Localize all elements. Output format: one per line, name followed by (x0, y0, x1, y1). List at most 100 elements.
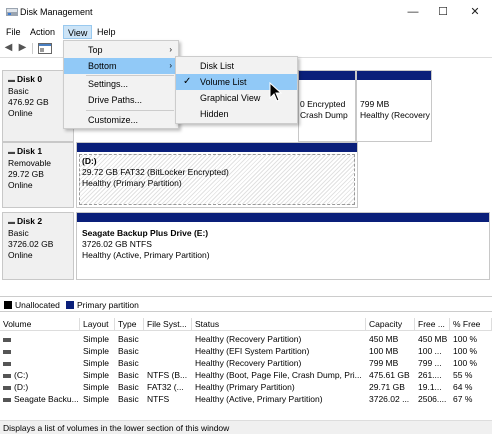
cell-filesystem: FAT32 (... (144, 381, 192, 393)
col-layout[interactable]: Layout (80, 318, 115, 331)
col-capacity[interactable]: Capacity (366, 318, 415, 331)
cell-text: 799 ... (418, 358, 442, 368)
cell-text: Healthy (Active, Primary Partition) (195, 394, 323, 404)
cell-text: 261.... (418, 370, 442, 380)
table-row[interactable]: (D:) Simple Basic FAT32 (... Healthy (Primar… (0, 381, 492, 393)
close-button[interactable]: ✕ (460, 0, 490, 24)
disk-2-label[interactable]: Disk 2 Basic 3726.02 GB Online (2, 212, 74, 280)
cell-percent-free: 64 % (450, 381, 492, 393)
col-free-space[interactable]: Free ... (415, 318, 450, 331)
cell-layout: Simple (80, 369, 115, 381)
col-filesystem[interactable]: File Syst... (144, 318, 192, 331)
submenu-disk-list[interactable]: Disk List (176, 58, 297, 74)
disk-name: Disk 1 (8, 146, 68, 158)
menu-item-label: Bottom (88, 61, 117, 71)
volume-icon (3, 397, 11, 402)
cell-status: Healthy (Recovery Partition) (192, 357, 366, 369)
disk-1-label[interactable]: Disk 1 Removable 29.72 GB Online (2, 142, 74, 208)
menu-help[interactable]: Help (93, 25, 120, 39)
disk-size: 476.92 GB (8, 97, 49, 107)
disk-0-volume-recovery[interactable]: 799 MB Healthy (Recovery (356, 70, 432, 142)
cell-layout: Simple (80, 381, 115, 393)
view-menu-top[interactable]: Top › (64, 42, 178, 58)
cell-filesystem (144, 333, 192, 345)
view-menu: Top › Bottom › Settings... Drive Paths..… (63, 40, 179, 129)
legend: Unallocated Primary partition (0, 296, 492, 312)
volume-detail: 3726.02 GB NTFS (82, 239, 152, 249)
volume-list-table: Volume Layout Type File Syst... Status C… (0, 318, 492, 420)
view-menu-drive-paths[interactable]: Drive Paths... (64, 92, 178, 108)
primary-partition-bar (77, 143, 357, 152)
disk-type: Basic (8, 86, 29, 96)
disk-name: Disk 2 (8, 216, 68, 228)
volume-name: (D:) (82, 156, 97, 166)
disk-2-volume-e[interactable]: Seagate Backup Plus Drive (E:) 3726.02 G… (76, 212, 490, 280)
volume-health: Healthy (Primary Partition) (82, 178, 182, 188)
cell-text: Basic (118, 346, 139, 356)
menu-item-label: Top (88, 45, 103, 55)
cell-text: Simple (83, 370, 109, 380)
cell-filesystem: NTFS (B... (144, 369, 192, 381)
cell-layout: Simple (80, 357, 115, 369)
menu-item-label: Volume List (200, 77, 247, 87)
volume-health: Crash Dump (300, 110, 348, 120)
view-menu-customize[interactable]: Customize... (64, 112, 178, 128)
submenu-hidden[interactable]: Hidden (176, 106, 297, 122)
forward-arrow-icon[interactable]: ▶ (16, 42, 29, 54)
table-row[interactable]: Simple Basic Healthy (Recovery Partition) 7… (0, 357, 492, 369)
cell-status: Healthy (Active, Primary Partition) (192, 393, 366, 405)
cell-type: Basic (115, 381, 144, 393)
menu-action[interactable]: Action (26, 25, 59, 39)
disk-1-volume-d[interactable]: (D:) 29.72 GB FAT32 (BitLocker Encrypted… (76, 142, 358, 208)
cell-free-space: 2506.... (415, 393, 450, 405)
cell-text: Basic (118, 370, 139, 380)
cell-text: 55 % (453, 370, 473, 380)
disk-name: Disk 0 (8, 74, 68, 86)
table-row[interactable]: Simple Basic Healthy (Recovery Partition) 4… (0, 333, 492, 345)
mouse-pointer-icon (269, 82, 283, 102)
primary-swatch (66, 301, 74, 309)
col-type[interactable]: Type (115, 318, 144, 331)
chevron-right-icon: › (169, 45, 172, 54)
cell-status: Healthy (Primary Partition) (192, 381, 366, 393)
cell-type: Basic (115, 393, 144, 405)
view-menu-bottom[interactable]: Bottom › (64, 58, 178, 74)
minimize-button[interactable]: — (398, 0, 428, 24)
cell-text: Healthy (EFI System Partition) (195, 346, 310, 356)
back-arrow-icon[interactable]: ◀ (2, 42, 15, 54)
menu-file[interactable]: File (2, 25, 25, 39)
primary-partition-bar (357, 71, 431, 80)
cell-capacity: 3726.02 ... (366, 393, 415, 405)
cell-text: Basic (118, 334, 139, 344)
cell-filesystem (144, 345, 192, 357)
table-row[interactable]: (C:) Simple Basic NTFS (B... Healthy (Boot, … (0, 369, 492, 381)
cell-status: Healthy (Boot, Page File, Crash Dump, Pr… (192, 369, 366, 381)
disk-0-volume-crash-dump[interactable]: 0 Encrypted Crash Dump (298, 70, 356, 142)
cell-text: 450 MB (369, 334, 399, 344)
col-volume[interactable]: Volume (0, 318, 80, 331)
cell-status: Healthy (Recovery Partition) (192, 333, 366, 345)
cell-text: Simple (83, 346, 109, 356)
cell-text: Simple (83, 334, 109, 344)
volume-size: 799 MB (360, 99, 390, 109)
cell-status: Healthy (EFI System Partition) (192, 345, 366, 357)
cell-capacity: 450 MB (366, 333, 415, 345)
table-row[interactable]: Seagate Backu... Simple Basic NTFS Healthy (… (0, 393, 492, 405)
volume-icon (3, 373, 11, 378)
cell-text: Basic (118, 382, 139, 392)
col-status[interactable]: Status (192, 318, 366, 331)
cell-text: Healthy (Recovery Partition) (195, 358, 302, 368)
console-tree-icon[interactable] (38, 43, 52, 54)
window-title: Disk Management (20, 7, 93, 17)
disk-size: 29.72 GB (8, 169, 44, 179)
table-row[interactable]: Simple Basic Healthy (EFI System Partition… (0, 345, 492, 357)
menu-bar: File Action View Help (0, 24, 492, 40)
disk-size: 3726.02 GB (8, 239, 54, 249)
maximize-button[interactable]: ☐ (428, 0, 458, 24)
cell-layout: Simple (80, 393, 115, 405)
view-menu-settings[interactable]: Settings... (64, 76, 178, 92)
cell-volume: Seagate Backu... (0, 393, 80, 405)
col-percent-free[interactable]: % Free (450, 318, 492, 331)
cell-text: 450 MB (418, 334, 448, 344)
menu-view[interactable]: View (63, 25, 93, 39)
